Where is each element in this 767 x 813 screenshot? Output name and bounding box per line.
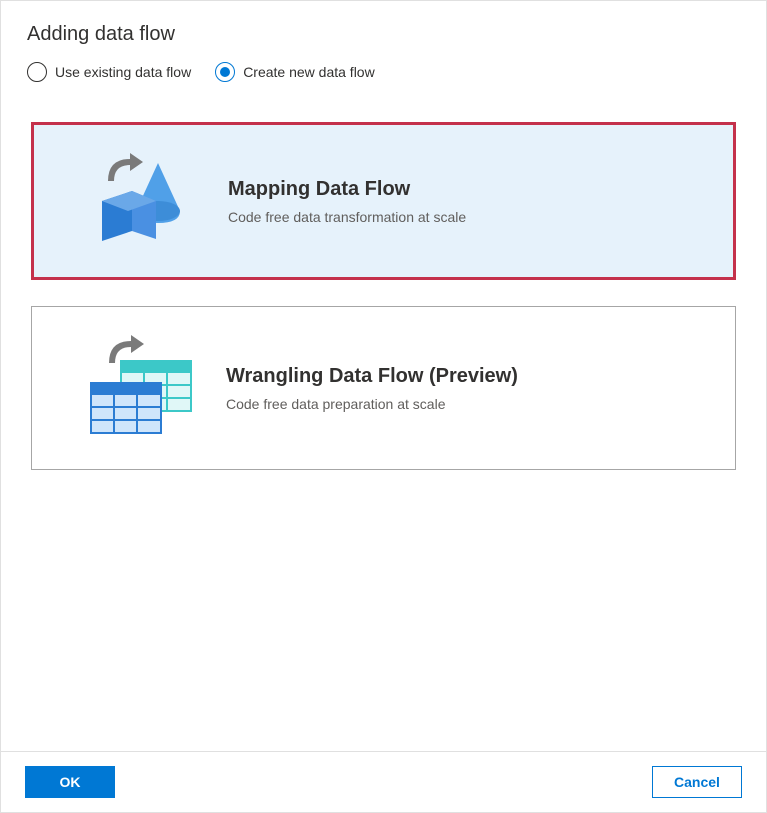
card-title: Mapping Data Flow bbox=[228, 178, 709, 201]
card-text: Wrangling Data Flow (Preview) Code free … bbox=[226, 365, 711, 412]
card-wrangling-data-flow[interactable]: Wrangling Data Flow (Preview) Code free … bbox=[31, 306, 736, 470]
card-description: Code free data transformation at scale bbox=[228, 209, 709, 225]
ok-button[interactable]: OK bbox=[25, 766, 115, 798]
card-list: Mapping Data Flow Code free data transfo… bbox=[1, 92, 766, 751]
card-mapping-data-flow[interactable]: Mapping Data Flow Code free data transfo… bbox=[31, 122, 736, 280]
card-description: Code free data preparation at scale bbox=[226, 396, 711, 412]
radio-group: Use existing data flow Create new data f… bbox=[1, 62, 766, 92]
radio-create-new[interactable]: Create new data flow bbox=[215, 62, 375, 82]
dialog-header: Adding data flow bbox=[1, 1, 766, 62]
wrangling-data-flow-icon bbox=[56, 333, 226, 443]
radio-use-existing[interactable]: Use existing data flow bbox=[27, 62, 191, 82]
radio-label: Create new data flow bbox=[243, 64, 375, 80]
radio-icon bbox=[215, 62, 235, 82]
radio-dot-icon bbox=[220, 67, 230, 77]
dialog-title: Adding data flow bbox=[27, 23, 740, 46]
card-title: Wrangling Data Flow (Preview) bbox=[226, 365, 711, 388]
card-text: Mapping Data Flow Code free data transfo… bbox=[228, 178, 709, 225]
dialog-footer: OK Cancel bbox=[1, 751, 766, 812]
mapping-data-flow-icon bbox=[58, 151, 228, 251]
radio-icon bbox=[27, 62, 47, 82]
radio-label: Use existing data flow bbox=[55, 64, 191, 80]
cancel-button[interactable]: Cancel bbox=[652, 766, 742, 798]
